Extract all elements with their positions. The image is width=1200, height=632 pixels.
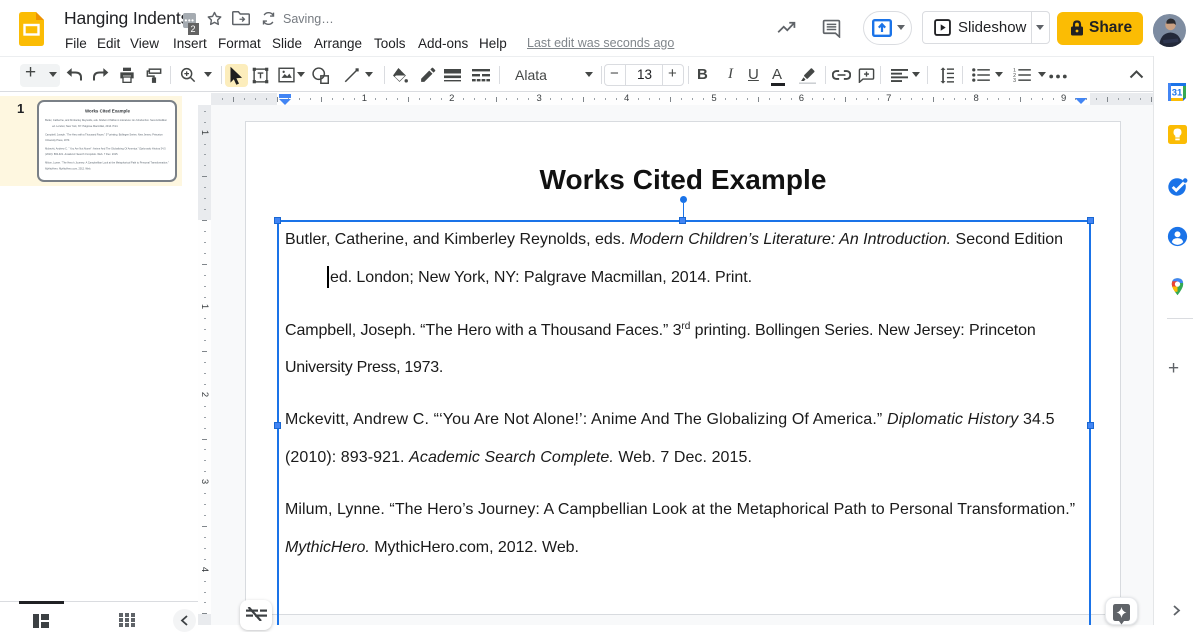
svg-text:3: 3	[1013, 78, 1016, 82]
svg-text:31: 31	[1172, 88, 1183, 99]
